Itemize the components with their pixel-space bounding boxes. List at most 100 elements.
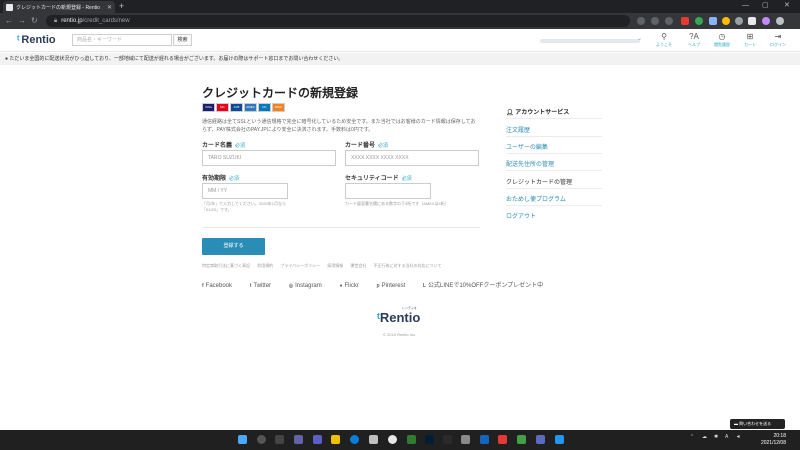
sidebar-item-credit-cards[interactable]: クレジットカードの管理 (506, 177, 572, 186)
widgets-icon[interactable] (294, 435, 303, 444)
forward-icon[interactable]: → (18, 15, 26, 27)
app-gray-icon[interactable] (461, 435, 470, 444)
app-green-icon[interactable] (407, 435, 416, 444)
footer-link-fraud[interactable]: 不正行為に対する当社の対応について (374, 263, 442, 268)
card-number-input[interactable]: XXXX XXXX XXXX XXXX (345, 150, 479, 166)
minimize-icon[interactable]: — (742, 0, 749, 12)
bookmark-star-icon[interactable] (665, 17, 673, 25)
share-icon[interactable] (651, 17, 659, 25)
reload-icon[interactable]: ↻ (31, 15, 38, 27)
account-dropdown[interactable] (540, 39, 640, 43)
cloud-icon[interactable]: ☁ (702, 434, 707, 440)
footer-link-tokushoho[interactable]: 特定商取引法に基づく表記 (202, 263, 250, 268)
search-button[interactable]: 検索 (173, 34, 192, 46)
social-facebook[interactable]: f Facebook (202, 283, 240, 289)
visa-icon: VISA (202, 103, 215, 112)
app-dark-icon[interactable] (443, 435, 452, 444)
profile-avatar-icon[interactable] (762, 17, 770, 25)
maximize-icon[interactable]: ▢ (762, 0, 769, 12)
register-button[interactable]: 登録する (202, 238, 265, 255)
extension-screen-icon[interactable] (709, 17, 717, 25)
volume-icon[interactable]: 🔊︎ (737, 434, 740, 440)
nav-help[interactable]: ?A ヘルプ (682, 32, 706, 48)
back-icon[interactable]: ← (5, 15, 13, 27)
nav-login-label: ログイン (770, 42, 786, 47)
task-view-icon[interactable] (275, 435, 284, 444)
sidebar-item-trial-program[interactable]: おためし便プログラム (506, 194, 566, 203)
cvc-input[interactable] (345, 183, 431, 199)
footer-logo[interactable]: ᵗRentio (377, 310, 420, 325)
edge-icon[interactable] (350, 435, 359, 444)
tray-overflow-icon[interactable]: ⌃ (690, 434, 694, 440)
sidebar-heading-text: アカウントサービス (515, 110, 570, 116)
new-tab-icon[interactable]: + (119, 1, 124, 11)
ime-indicator[interactable]: A (725, 434, 728, 440)
social-line[interactable]: L 公式LINEで10%OFFクーポンプレゼント中 (423, 283, 551, 289)
extension-green-icon[interactable] (695, 17, 703, 25)
social-twitter[interactable]: t Twitter (250, 283, 279, 289)
card-number-label-text: カード番号 (345, 143, 376, 149)
photoshop-icon[interactable] (425, 435, 434, 444)
sidebar-item-addresses[interactable]: 配送先住所の管理 (506, 159, 554, 168)
nav-cart[interactable]: ⊞ カート (738, 32, 762, 48)
chevron-down-icon: ⌄ (637, 36, 643, 42)
sidebar-item-logout[interactable]: ログアウト (506, 211, 536, 220)
extension-gray-icon[interactable] (735, 17, 743, 25)
info-icon: ● (5, 56, 9, 62)
store-icon[interactable] (369, 435, 378, 444)
copyright: © 2015 Rentio Inc. (383, 332, 417, 337)
close-tab-icon[interactable]: ✕ (107, 4, 112, 11)
taskbar-clock[interactable]: 20:18 2021/12/08 (752, 433, 786, 447)
bluetooth-icon[interactable]: ✱ (714, 434, 718, 440)
social-flickr-label: Flickr (344, 283, 359, 289)
url-field[interactable]: 🔒︎ rentio.jp/credit_cards/new (46, 15, 630, 27)
social-instagram[interactable]: ◎ Instagram (289, 283, 330, 289)
nav-login[interactable]: ⇥ ログイン (766, 32, 790, 48)
nav-welcome[interactable]: ⚲ ようこそ (652, 32, 676, 48)
social-flickr[interactable]: ● Flickr (339, 283, 366, 289)
nav-history[interactable]: ◷ 閲覧履歴 (710, 32, 734, 48)
sidebar-item-orders[interactable]: 注文履歴 (506, 125, 530, 134)
app-green2-icon[interactable] (517, 435, 526, 444)
social-pinterest[interactable]: p Pinterest (377, 283, 414, 289)
windows-start-icon[interactable] (238, 435, 247, 444)
sidebar-divider (506, 170, 602, 171)
app-red-icon[interactable] (498, 435, 507, 444)
search-input[interactable]: 商品名・キーワード (72, 34, 172, 46)
browser-menu-icon[interactable] (776, 17, 784, 25)
app-blue-icon[interactable] (480, 435, 489, 444)
teams-icon[interactable] (313, 435, 322, 444)
footer-link-privacy[interactable]: プライバシーポリシー (280, 263, 320, 268)
nav-cart-label: カート (744, 42, 756, 47)
footer-link-terms[interactable]: 利用規約 (257, 263, 273, 268)
required-badge: 必須 (235, 143, 246, 149)
extension-yellow-icon[interactable] (722, 17, 730, 25)
favicon-icon (6, 3, 13, 11)
extensions-puzzle-icon[interactable] (748, 17, 756, 25)
search-icon[interactable] (257, 435, 266, 444)
browser-tab[interactable]: クレジットカードの新規登録 - Rentio ✕ (3, 1, 115, 13)
app-indigo-icon[interactable] (536, 435, 545, 444)
footer-link-careers[interactable]: 採用情報 (327, 263, 343, 268)
cvc-label: セキュリティコード 必須 (345, 173, 412, 182)
footer-link-company[interactable]: 運営会社 (350, 263, 366, 268)
contact-chat-button[interactable]: ▬ 問い合わせを送る (730, 419, 785, 429)
site-logo[interactable]: ᵗ Rentio (17, 34, 56, 46)
file-explorer-icon[interactable] (331, 435, 340, 444)
taskbar: ⌃ ☁ ✱ A 🔊︎ 20:18 2021/12/08 (0, 430, 800, 450)
window-close-icon[interactable]: ✕ (784, 0, 790, 12)
app-lightblue-icon[interactable] (555, 435, 564, 444)
amex-icon: AMEX (244, 103, 257, 112)
sidebar-divider (506, 205, 602, 206)
sidebar-item-edit-user[interactable]: ユーザーの編集 (506, 142, 548, 151)
extension-a-icon[interactable] (681, 17, 689, 25)
pinterest-icon: p (376, 283, 380, 289)
expiry-input[interactable]: MM / YY (202, 183, 288, 199)
zoom-icon[interactable] (637, 17, 645, 25)
social-pinterest-label: Pinterest (381, 283, 406, 289)
social-facebook-label: Facebook (205, 283, 233, 289)
chrome-icon[interactable] (388, 435, 397, 444)
page-title: クレジットカードの新規登録 (202, 86, 359, 100)
card-name-input[interactable]: TARO SUZUKI (202, 150, 336, 166)
social-instagram-label: Instagram (295, 283, 322, 289)
